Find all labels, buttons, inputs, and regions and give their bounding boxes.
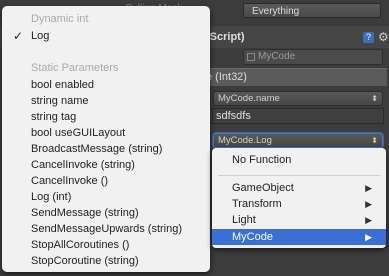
menu-item-static[interactable]: Log (int): [31, 190, 71, 205]
menu-item-transform[interactable]: Transform: [232, 196, 282, 212]
menu-item-static[interactable]: StopAllCoroutines (): [31, 238, 129, 253]
submenu-arrow-icon: ▶: [365, 215, 372, 225]
method-dropdown-value: MyCode.Log: [218, 135, 272, 146]
menu-item-static[interactable]: BroadcastMessage (string): [31, 142, 162, 157]
method-dropdown[interactable]: MyCode.Log ⬍: [213, 133, 383, 148]
menu-item-static[interactable]: bool enabled: [31, 78, 94, 93]
menu-item-static[interactable]: CancelInvoke (): [31, 174, 108, 189]
dynamic-section-header: Dynamic int: [31, 13, 89, 25]
menu-separator: [218, 175, 380, 176]
object-popup-menu: No Function GameObject ▶ Transform ▶ Lig…: [212, 148, 386, 248]
script-field[interactable]: MyCode: [243, 49, 383, 65]
menu-item-static[interactable]: bool useGUILayout: [31, 126, 125, 141]
help-book-icon[interactable]: ?: [363, 32, 374, 43]
script-component-title: (Script): [206, 31, 245, 43]
menu-item-gameobject[interactable]: GameObject: [232, 180, 294, 196]
menu-item-light[interactable]: Light: [232, 212, 256, 228]
menu-item-static[interactable]: StopCoroutine (string): [31, 254, 139, 269]
check-icon: ✓: [13, 29, 24, 43]
submenu-arrow-icon: ▶: [365, 183, 372, 193]
menu-item-static[interactable]: SendMessage (string): [31, 206, 139, 221]
function-popup-menu: Dynamic int ✓ Log Static Parameters bool…: [2, 6, 210, 272]
string-argument-field[interactable]: sdfsdfs: [212, 108, 384, 124]
target-dropdown-value: MyCode.name: [218, 93, 280, 104]
script-field-value: MyCode: [258, 51, 296, 62]
menu-item-no-function[interactable]: No Function: [232, 152, 291, 168]
menu-item-log-dynamic[interactable]: Log: [31, 29, 49, 44]
target-dropdown[interactable]: MyCode.name ⬍: [213, 91, 383, 106]
menu-item-static[interactable]: string name: [31, 94, 88, 109]
menu-item-static[interactable]: CancelInvoke (string): [31, 158, 135, 173]
submenu-arrow-icon: ▶: [365, 232, 372, 242]
event-header: e (Int32): [206, 68, 387, 86]
culling-mask-dropdown[interactable]: Everything: [243, 3, 381, 18]
menu-item-mycode[interactable]: MyCode: [232, 229, 273, 245]
dropdown-arrow-icon: ⬍: [371, 136, 378, 145]
static-section-header: Static Parameters: [31, 62, 119, 74]
submenu-arrow-icon: ▶: [365, 199, 372, 209]
gear-icon[interactable]: ⚙: [378, 30, 389, 44]
dropdown-arrow-icon: ⬍: [371, 94, 378, 103]
menu-item-static[interactable]: string tag: [31, 110, 76, 125]
menu-item-static[interactable]: SendMessageUpwards (string): [31, 222, 182, 237]
script-file-icon: [247, 53, 255, 61]
